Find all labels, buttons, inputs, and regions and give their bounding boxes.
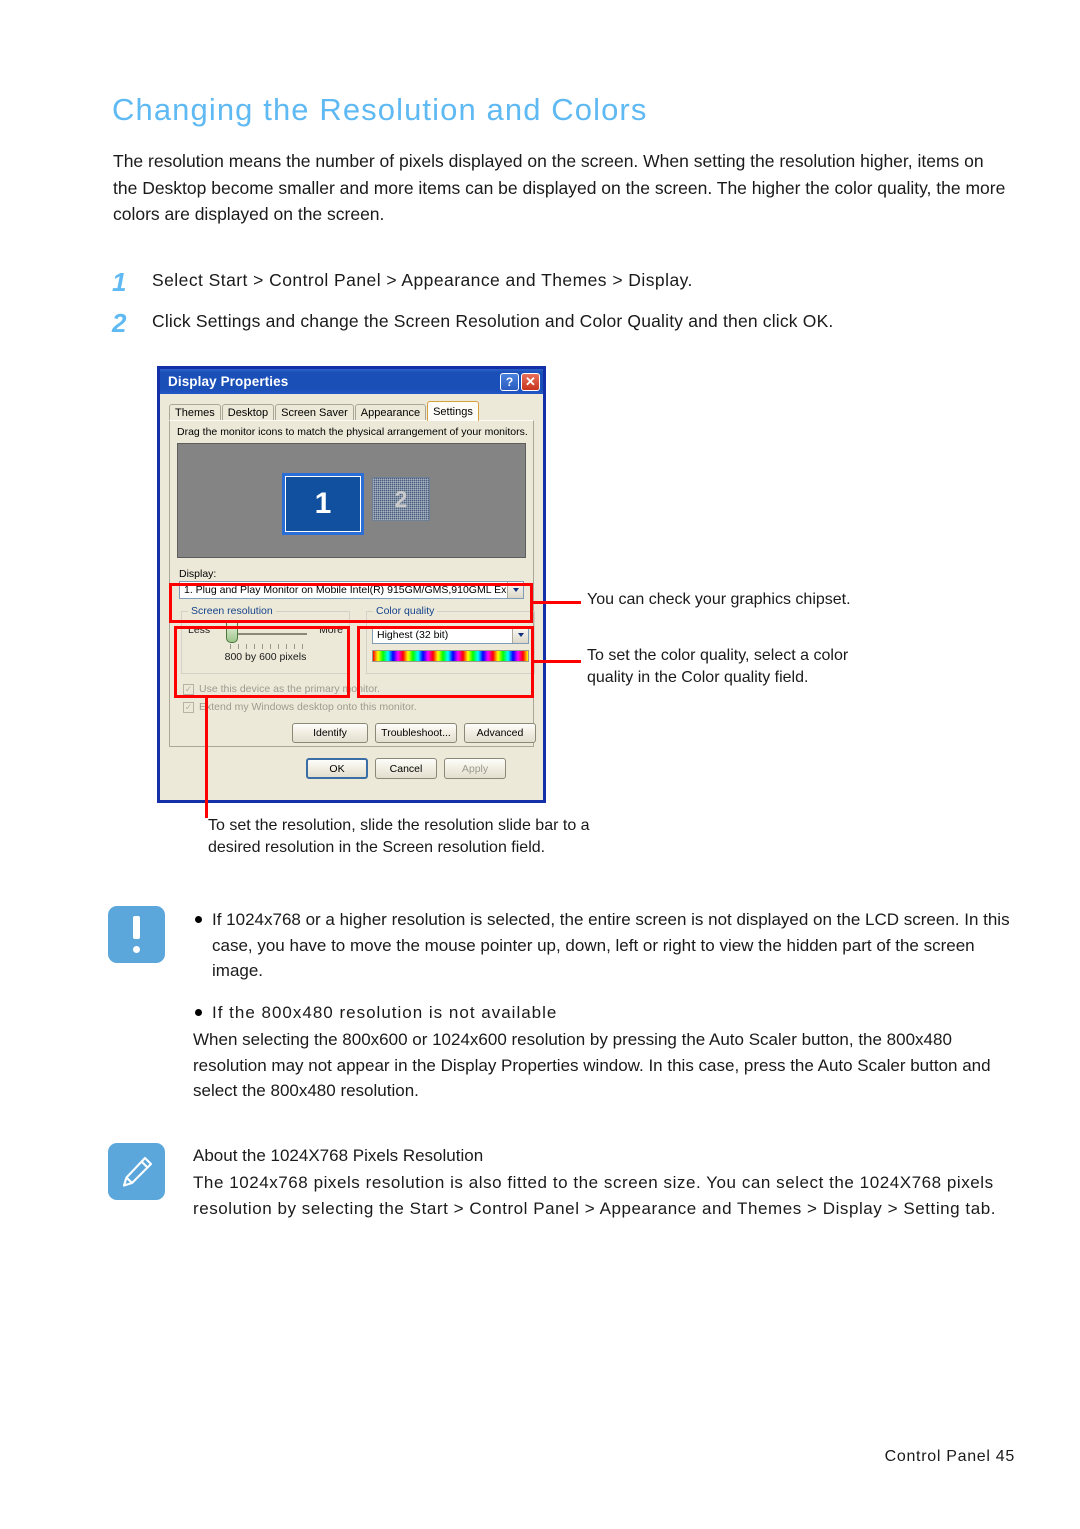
annotation-color-quality: To set the color quality, select a color… <box>587 645 848 689</box>
dialog-titlebar: Display Properties ? ✕ <box>160 369 543 394</box>
tab-settings[interactable]: Settings <box>427 401 479 421</box>
troubleshoot-button[interactable]: Troubleshoot... <box>375 723 457 743</box>
page-title: Changing the Resolution and Colors <box>112 92 648 127</box>
note-heading: About the 1024X768 Pixels Resolution <box>193 1146 484 1165</box>
cancel-button[interactable]: Cancel <box>375 758 437 779</box>
color-spectrum-bar <box>372 650 529 662</box>
tab-appearance[interactable]: Appearance <box>354 404 427 421</box>
resolution-value: 800 by 600 pixels <box>224 651 307 663</box>
slider-less-label: Less <box>188 624 211 636</box>
exclamation-glyph <box>133 916 140 953</box>
display-dropdown[interactable]: 1. Plug and Play Monitor on Mobile Intel… <box>179 581 524 599</box>
monitor-preview-area[interactable]: 1 2 <box>177 443 526 558</box>
pencil-glyph <box>122 1156 152 1187</box>
display-dropdown-value: 1. Plug and Play Monitor on Mobile Intel… <box>184 584 507 596</box>
dialog-tabstrip: Themes Desktop Screen Saver Appearance S… <box>169 401 480 421</box>
slider-more-label: More <box>319 624 343 636</box>
annotation-resolution-line2: desired resolution in the Screen resolut… <box>208 839 546 856</box>
display-properties-dialog: Display Properties ? ✕ Themes Desktop Sc… <box>157 366 546 803</box>
tab-screen-saver[interactable]: Screen Saver <box>275 404 354 421</box>
dialog-title: Display Properties <box>168 374 289 389</box>
page-footer: Control Panel 45 <box>884 1448 1015 1465</box>
primary-monitor-label: Use this device as the primary monitor. <box>199 683 380 695</box>
annotation-color-quality-line1: To set the color quality, select a color <box>587 647 849 664</box>
help-icon[interactable]: ? <box>500 372 519 391</box>
monitor-icon-1[interactable]: 1 <box>282 473 364 535</box>
annotation-color-quality-line2: quality in the Color quality field. <box>587 669 809 686</box>
annotation-chipset: You can check your graphics chipset. <box>587 591 851 608</box>
leader-line-display <box>533 601 581 604</box>
warning-bullet-2-text: When selecting the 800x600 or 1024x600 r… <box>193 1030 991 1100</box>
resolution-slider-thumb[interactable] <box>226 622 238 643</box>
ok-button[interactable]: OK <box>306 758 368 779</box>
step-item-1: 1 Select Start > Control Panel > Appeara… <box>112 268 693 295</box>
leader-line-color-quality <box>534 660 581 663</box>
step-text: Select Start > Control Panel > Appearanc… <box>152 270 693 290</box>
close-icon[interactable]: ✕ <box>521 372 540 391</box>
extend-desktop-label: Extend my Windows desktop onto this moni… <box>199 701 417 713</box>
step-number: 1 <box>112 267 127 297</box>
warning-bullet-1-text: If 1024x768 or a higher resolution is se… <box>193 907 1013 984</box>
color-quality-dropdown[interactable]: Highest (32 bit) <box>372 626 529 644</box>
note-text: The 1024x768 pixels resolution is also f… <box>193 1173 996 1218</box>
chevron-down-icon[interactable] <box>512 627 528 643</box>
checkbox-icon: ✓ <box>183 701 194 713</box>
primary-monitor-checkbox[interactable]: ✓ Use this device as the primary monitor… <box>183 683 380 695</box>
resolution-slider-ticks <box>230 644 310 649</box>
resolution-slider-track[interactable] <box>231 633 307 635</box>
step-text: Click Settings and change the Screen Res… <box>152 311 834 331</box>
note-pencil-icon <box>108 1143 165 1200</box>
identify-button[interactable]: Identify <box>292 723 368 743</box>
monitor-arrangement-hint: Drag the monitor icons to match the phys… <box>177 426 528 438</box>
advanced-button[interactable]: Advanced <box>464 723 536 743</box>
leader-line-resolution-vertical <box>205 696 208 818</box>
warning-bullet-2-heading: If the 800x480 resolution is not availab… <box>193 1000 1013 1026</box>
warning-icon <box>108 906 165 963</box>
tab-themes[interactable]: Themes <box>169 404 221 421</box>
warning-bullet-2: If the 800x480 resolution is not availab… <box>193 1000 1013 1026</box>
color-quality-value: Highest (32 bit) <box>377 629 449 641</box>
tab-desktop[interactable]: Desktop <box>221 404 275 421</box>
display-label: Display: <box>179 568 217 580</box>
annotation-resolution: To set the resolution, slide the resolut… <box>208 815 590 859</box>
warning-bullet-1: If 1024x768 or a higher resolution is se… <box>193 907 1013 984</box>
settings-pane: Drag the monitor icons to match the phys… <box>169 420 536 747</box>
step-number: 2 <box>112 308 127 338</box>
intro-paragraph: The resolution means the number of pixel… <box>113 151 1006 224</box>
checkbox-icon: ✓ <box>183 683 194 695</box>
monitor-icon-2[interactable]: 2 <box>372 477 430 521</box>
dialog-body: Themes Desktop Screen Saver Appearance S… <box>160 394 543 800</box>
annotation-resolution-line1: To set the resolution, slide the resolut… <box>208 817 590 834</box>
extend-desktop-checkbox[interactable]: ✓ Extend my Windows desktop onto this mo… <box>183 701 417 713</box>
screen-resolution-group: Screen resolution Less More 800 by 600 p… <box>181 605 350 674</box>
apply-button[interactable]: Apply <box>444 758 506 779</box>
screen-resolution-caption: Screen resolution <box>188 605 276 617</box>
color-quality-caption: Color quality <box>373 605 438 617</box>
document-page: Changing the Resolution and Colors The r… <box>0 0 1080 1529</box>
chevron-down-icon[interactable] <box>507 582 523 598</box>
step-item-2: 2 Click Settings and change the Screen R… <box>112 309 833 336</box>
